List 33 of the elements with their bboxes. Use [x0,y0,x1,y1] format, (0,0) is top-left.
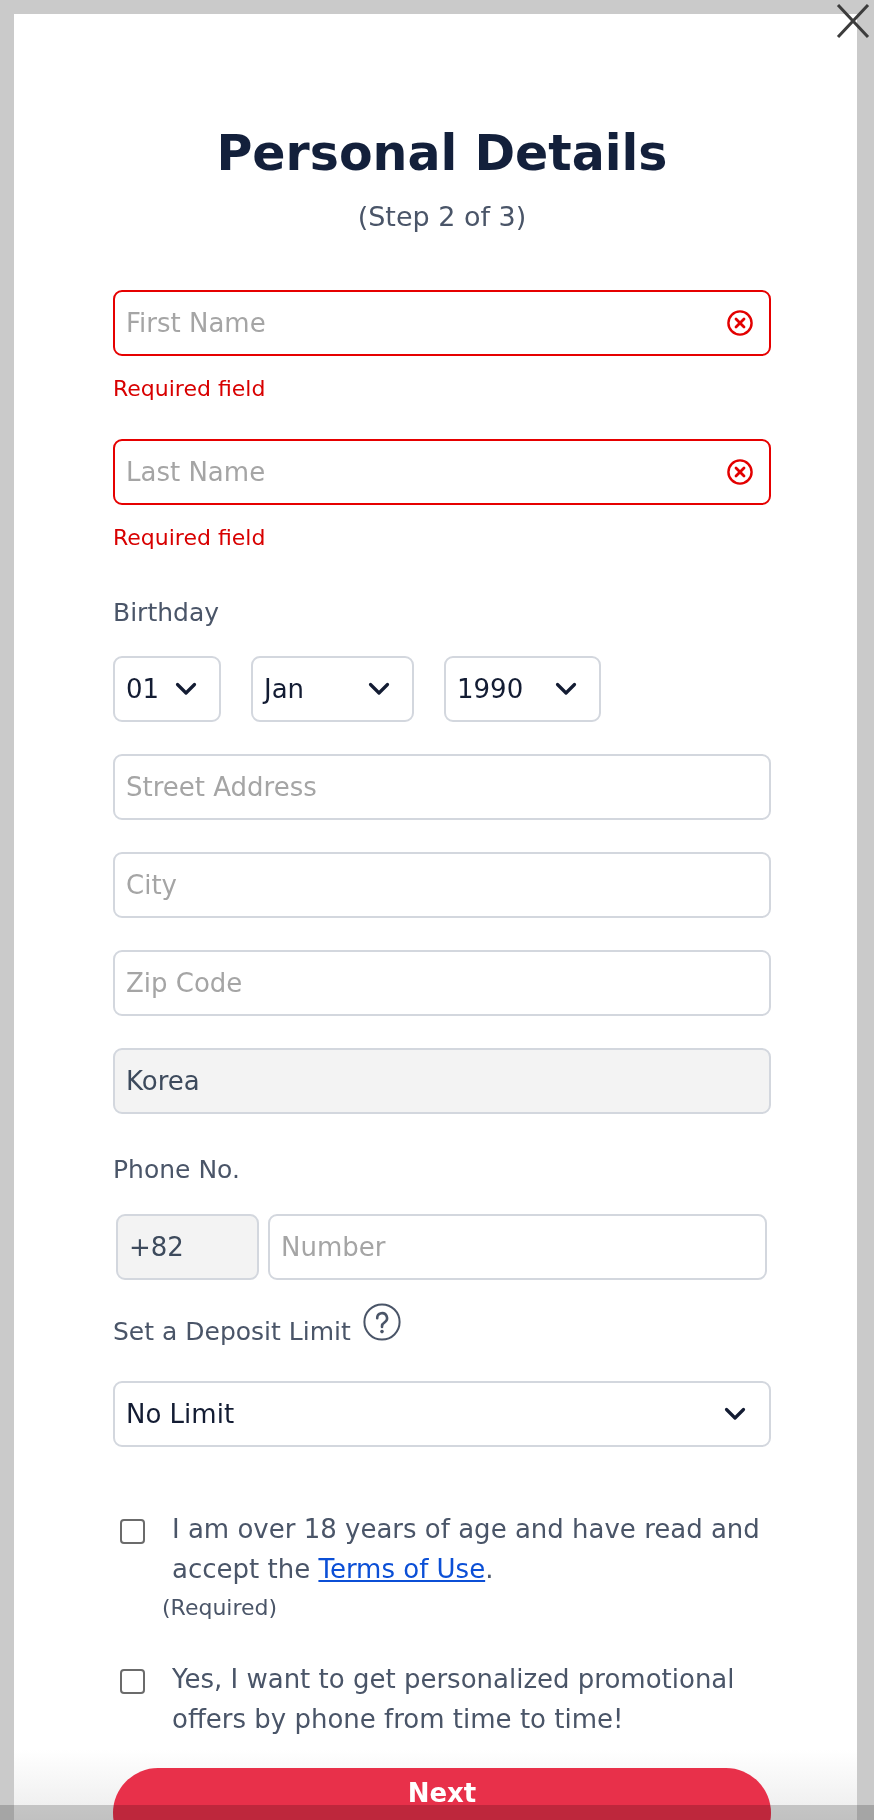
close-button[interactable] [836,3,870,39]
checkbox[interactable] [120,1669,145,1694]
month-select[interactable]: Jan [251,656,414,722]
consent-text: Yes, I want to get personalized promotional offers by phone from time to time! [172,1663,736,1736]
birthday-label: Birthday [113,597,220,629]
deposit-limit-select[interactable]: No Limit [113,1381,771,1447]
day-select[interactable]: 01 [113,656,221,722]
error-message: Required field [113,524,267,552]
page-title: Personal Details [215,125,669,183]
deposit-limit-label: Set a Deposit Limit [113,1316,351,1348]
error-message: Required field [113,375,267,403]
street-address-field[interactable]: Street Address [113,754,771,820]
chevron-down-icon [175,682,197,696]
step-indicator: (Step 2 of 3) [356,200,528,234]
required-note: (Required) [162,1595,279,1621]
first-name-field[interactable]: First Name [113,290,771,356]
error-icon [727,459,753,485]
checkbox[interactable] [120,1519,145,1544]
city-field[interactable]: City [113,852,771,918]
zip-code-field[interactable]: Zip Code [113,950,771,1016]
last-name-field[interactable]: Last Name [113,439,771,505]
terms-link[interactable]: Terms of Use [318,1554,486,1584]
phone-label: Phone No. [113,1154,241,1186]
error-icon [727,310,753,336]
chevron-down-icon [555,682,577,696]
phone-number-field[interactable]: Number [268,1214,767,1280]
consent-text: I am over 18 years of age and have read and accept the Terms of Use. [172,1513,761,1586]
year-select[interactable]: 1990 [444,656,601,722]
help-icon[interactable] [362,1303,401,1341]
chevron-down-icon [724,1407,746,1421]
chevron-down-icon [368,682,390,696]
close-icon [836,3,870,39]
next-button[interactable]: Next [113,1768,771,1820]
